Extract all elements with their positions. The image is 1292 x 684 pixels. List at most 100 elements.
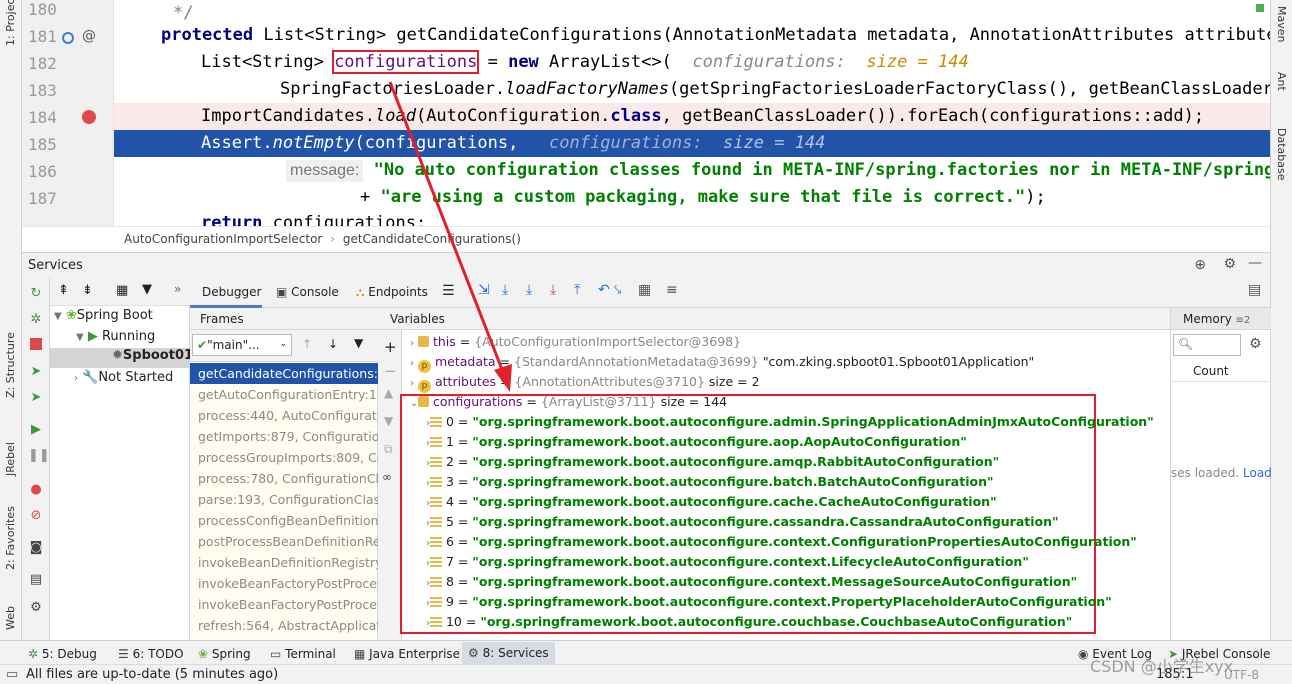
- configuration-item-row[interactable]: › 2 = "org.springframework.boot.autoconf…: [402, 452, 999, 472]
- minimize-icon[interactable]: —: [1248, 255, 1262, 271]
- camera-icon[interactable]: ◙: [28, 540, 44, 556]
- tab-debugger[interactable]: Debugger: [202, 285, 261, 299]
- frame-row[interactable]: postProcessBeanDefinitionReg: [190, 531, 378, 552]
- var-attributes[interactable]: › p attributes = {AnnotationAttributes@37…: [402, 372, 760, 393]
- tree-item-running[interactable]: ▼ ▶ Running: [76, 329, 155, 344]
- tab-debug[interactable]: ✲ 5: Debug: [28, 647, 97, 661]
- tab-spring[interactable]: ❀ Spring: [198, 647, 251, 661]
- drop-frame-icon[interactable]: ↶: [598, 282, 610, 298]
- tab-endpoints[interactable]: ⛬ Endpoints: [356, 285, 428, 300]
- pause-icon[interactable]: ❚❚: [28, 448, 50, 464]
- add-watch-icon[interactable]: +: [384, 338, 397, 356]
- var-this[interactable]: › this = {AutoConfigurationImportSelecto…: [402, 332, 741, 352]
- settings-icon[interactable]: ⚙: [28, 600, 44, 616]
- view-breakpoints-icon[interactable]: ●: [28, 482, 44, 498]
- configuration-item-row[interactable]: › 3 = "org.springframework.boot.autoconf…: [402, 472, 993, 492]
- debug-bug-icon[interactable]: ✲: [28, 312, 44, 328]
- step-out-icon[interactable]: ⤒: [574, 282, 580, 298]
- tab-console[interactable]: ▣ Console: [276, 285, 339, 299]
- trace-icon[interactable]: ≡: [666, 282, 678, 298]
- frame-row[interactable]: processConfigBeanDefinitions:: [190, 510, 378, 531]
- down-arrow-icon[interactable]: ↓: [328, 337, 338, 351]
- mute-breakpoints-icon[interactable]: ⊘: [28, 508, 44, 524]
- remove-watch-icon[interactable]: −: [384, 362, 397, 380]
- frame-row[interactable]: getCandidateConfigurations:18: [190, 363, 378, 384]
- var-metadata[interactable]: › p metadata = {StandardAnnotationMetadat…: [402, 352, 1034, 373]
- memory-search-input[interactable]: 🔍︎: [1173, 334, 1241, 356]
- glasses-icon[interactable]: ∞: [382, 470, 392, 484]
- status-toggle-icon[interactable]: ▭: [6, 667, 18, 682]
- code-editor[interactable]: 180 181 182 183 184 185 186 187 @ */ pro…: [22, 0, 1270, 226]
- frame-row[interactable]: refresh:564, AbstractApplicatio: [190, 615, 378, 636]
- step-into-icon[interactable]: ⤓: [526, 282, 532, 298]
- configuration-item-row[interactable]: › 8 = "org.springframework.boot.autoconf…: [402, 572, 1077, 592]
- show-execution-point-icon[interactable]: ⇲: [478, 282, 490, 298]
- configuration-item-row[interactable]: › 0 = "org.springframework.boot.autoconf…: [402, 412, 1154, 432]
- step-over-icon[interactable]: ⤓: [502, 282, 508, 298]
- rerun-icon[interactable]: ↻: [28, 286, 44, 302]
- more-icon[interactable]: »: [174, 282, 181, 296]
- tool-window-project[interactable]: 1: Project: [4, 0, 17, 46]
- gear-icon[interactable]: ⚙: [1223, 256, 1236, 272]
- load-classes-link[interactable]: Load: [1243, 466, 1272, 480]
- collapse-all-icon[interactable]: ⇟: [82, 283, 93, 298]
- resume-icon[interactable]: ▶: [28, 422, 44, 438]
- force-step-into-icon[interactable]: ⤓: [550, 282, 556, 298]
- frame-row[interactable]: process:780, ConfigurationClas: [190, 468, 378, 489]
- configuration-item-row[interactable]: › 10 = "org.springframework.boot.autocon…: [402, 612, 1072, 632]
- jrebel-debug-icon[interactable]: ➤: [28, 390, 44, 406]
- layout-icon[interactable]: ▤: [28, 572, 44, 588]
- tree-item-spring-boot[interactable]: ▼ ❀Spring Boot: [54, 308, 153, 323]
- gear-icon[interactable]: ⚙: [1249, 336, 1262, 352]
- run-to-cursor-icon[interactable]: ⤥: [614, 283, 621, 298]
- expand-all-icon[interactable]: ⇞: [58, 283, 69, 298]
- tab-java-enterprise[interactable]: ▦ Java Enterprise: [354, 647, 460, 661]
- frame-row[interactable]: getImports:879, ConfigurationC: [190, 426, 378, 447]
- inspection-ok-icon[interactable]: [1256, 4, 1264, 12]
- frame-row[interactable]: invokeBeanFactoryPostProcess: [190, 573, 378, 594]
- frame-row[interactable]: processGroupImports:809, Con: [190, 447, 378, 468]
- memory-tab[interactable]: Memory ≡2: [1171, 308, 1271, 330]
- tab-services[interactable]: ⚙ 8: Services: [462, 642, 555, 664]
- frame-row[interactable]: getAutoConfigurationEntry:125: [190, 384, 378, 405]
- tool-window-favorites[interactable]: 2: Favorites: [4, 506, 17, 570]
- frame-row[interactable]: parse:193, ConfigurationClassP: [190, 489, 378, 510]
- filter-icon[interactable]: ▼: [354, 336, 363, 350]
- tree-item-spboot01[interactable]: ✹Spboot01: [50, 348, 193, 368]
- move-down-icon[interactable]: ▼: [384, 414, 393, 428]
- tool-window-maven[interactable]: Maven: [1275, 6, 1288, 42]
- tool-window-ant[interactable]: Ant: [1275, 72, 1288, 91]
- tool-window-structure[interactable]: Z: Structure: [4, 332, 17, 398]
- move-up-icon[interactable]: ▲: [384, 386, 393, 400]
- target-icon[interactable]: ⊕: [1194, 257, 1206, 273]
- frame-row[interactable]: process:440, AutoConfiguration: [190, 405, 378, 426]
- evaluate-expression-icon[interactable]: ▦: [638, 282, 651, 298]
- frame-row[interactable]: invokeBeanFactoryPostProcess: [190, 594, 378, 615]
- override-icon[interactable]: [62, 32, 74, 44]
- count-column-header[interactable]: Count: [1171, 360, 1271, 382]
- breadcrumb-class[interactable]: AutoConfigurationImportSelector: [124, 232, 322, 246]
- configuration-item-row[interactable]: › 4 = "org.springframework.boot.autoconf…: [402, 492, 997, 512]
- configuration-item-row[interactable]: › 1 = "org.springframework.boot.autoconf…: [402, 432, 967, 452]
- tool-window-web[interactable]: Web: [4, 606, 17, 630]
- filter-icon[interactable]: ▼: [142, 282, 152, 297]
- layout-settings-icon[interactable]: ▤: [1248, 282, 1261, 298]
- configuration-item-row[interactable]: › 9 = "org.springframework.boot.autoconf…: [402, 592, 1112, 612]
- frame-row[interactable]: invokeBeanDefinitionRegistryPo: [190, 552, 378, 573]
- group-icon[interactable]: ▦: [116, 283, 128, 298]
- tool-window-database[interactable]: Database: [1275, 128, 1288, 181]
- configuration-item-row[interactable]: › 6 = "org.springframework.boot.autoconf…: [402, 532, 1137, 552]
- thread-dropdown[interactable]: ✔"main"... ⌄: [192, 334, 292, 356]
- tree-item-not-started[interactable]: › 🔧Not Started: [74, 370, 173, 385]
- stop-icon[interactable]: [30, 338, 42, 350]
- configuration-item-row[interactable]: › 7 = "org.springframework.boot.autoconf…: [402, 552, 1029, 572]
- jrebel-run-icon[interactable]: ➤: [28, 364, 44, 380]
- breadcrumb-method[interactable]: getCandidateConfigurations(): [343, 232, 521, 246]
- menu-icon[interactable]: ☰: [442, 283, 455, 299]
- breakpoint-icon[interactable]: [82, 110, 96, 124]
- tab-todo[interactable]: ☰ 6: TODO: [118, 647, 184, 661]
- up-arrow-icon[interactable]: ↑: [302, 337, 312, 351]
- duplicate-icon[interactable]: ⧉: [384, 442, 393, 457]
- configuration-item-row[interactable]: › 5 = "org.springframework.boot.autoconf…: [402, 512, 1059, 532]
- tab-terminal[interactable]: ▭ Terminal: [270, 647, 336, 661]
